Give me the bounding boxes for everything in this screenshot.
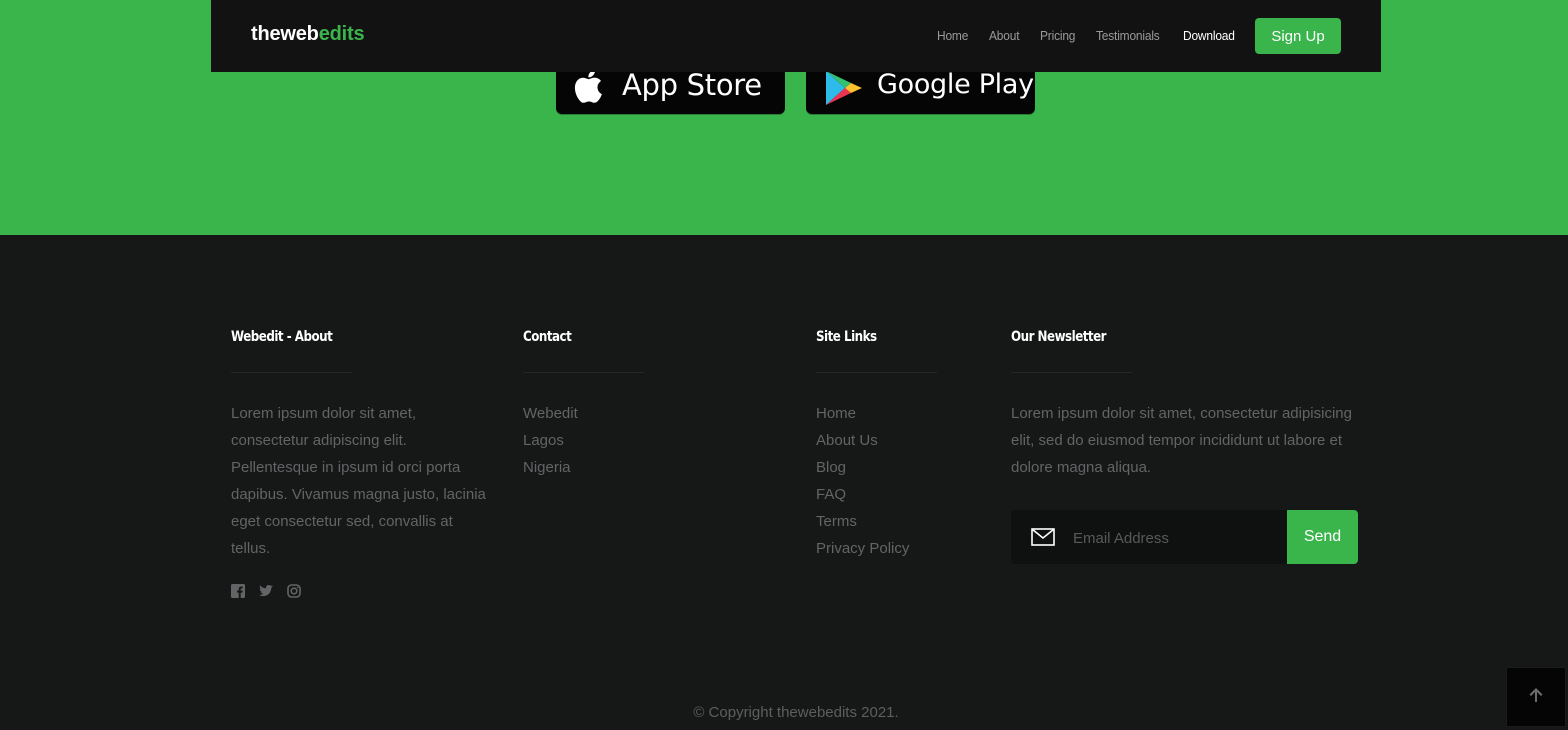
facebook-icon[interactable] <box>231 584 245 598</box>
nav-link-testimonials[interactable]: Testimonials <box>1096 28 1160 43</box>
nav-link-home[interactable]: Home <box>937 28 968 43</box>
footer-site-links-column: Site Links Home About Us Blog FAQ Terms … <box>816 329 996 562</box>
apple-icon <box>570 66 610 110</box>
brand-prefix: theweb <box>251 23 319 45</box>
back-to-top-button[interactable] <box>1506 667 1566 727</box>
nav-link-pricing[interactable]: Pricing <box>1040 28 1075 43</box>
footer-contact-heading: Contact <box>523 329 572 345</box>
top-navbar: thewebedits Home About Pricing Testimoni… <box>211 0 1381 72</box>
footer-about-column: Webedit - About Lorem ipsum dolor sit am… <box>231 329 491 598</box>
brand-accent: edits <box>318 23 365 45</box>
mail-icon <box>1031 528 1055 551</box>
footer-newsletter-column: Our Newsletter Lorem ipsum dolor sit ame… <box>1011 329 1361 481</box>
footer-link-about-us[interactable]: About Us <box>816 432 878 449</box>
divider <box>1011 372 1132 373</box>
divider <box>816 372 937 373</box>
footer-link-faq[interactable]: FAQ <box>816 486 846 503</box>
app-store-label: App Store <box>622 68 762 102</box>
twitter-icon[interactable] <box>259 584 273 598</box>
footer-link-home[interactable]: Home <box>816 405 856 422</box>
nav-links: Home About Pricing Testimonials Download <box>937 28 1258 43</box>
brand-logo[interactable]: thewebedits <box>251 23 365 46</box>
footer-link-blog[interactable]: Blog <box>816 459 846 476</box>
site-links-list: Home About Us Blog FAQ Terms Privacy Pol… <box>816 400 996 562</box>
nav-link-about[interactable]: About <box>989 28 1020 43</box>
footer-site-links-heading: Site Links <box>816 329 877 345</box>
send-button[interactable]: Send <box>1287 510 1358 564</box>
copyright-text: © Copyright thewebedits 2021. <box>693 704 899 721</box>
signup-button[interactable]: Sign Up <box>1255 18 1341 54</box>
google-play-icon <box>824 70 864 110</box>
divider <box>231 372 352 373</box>
social-links <box>231 584 491 598</box>
divider <box>523 372 644 373</box>
instagram-icon[interactable] <box>287 584 301 598</box>
footer-about-heading: Webedit - About <box>231 329 333 345</box>
newsletter-form: Send <box>1011 510 1358 566</box>
footer-newsletter-heading: Our Newsletter <box>1011 329 1107 345</box>
arrow-up-icon <box>1527 686 1545 709</box>
footer-contact-column: Contact Webedit Lagos Nigeria <box>523 329 763 481</box>
footer-link-privacy-policy[interactable]: Privacy Policy <box>816 540 909 557</box>
footer-about-text: Lorem ipsum dolor sit amet, consectetur … <box>231 405 486 557</box>
newsletter-text: Lorem ipsum dolor sit amet, consectetur … <box>1011 405 1352 476</box>
nav-link-download[interactable]: Download <box>1183 28 1235 43</box>
contact-list: Webedit Lagos Nigeria <box>523 400 763 481</box>
contact-item: Webedit <box>523 405 578 422</box>
email-field[interactable] <box>1071 510 1289 566</box>
contact-item: Nigeria <box>523 459 571 476</box>
footer-link-terms[interactable]: Terms <box>816 513 857 530</box>
google-play-label: Google Play <box>877 69 1034 100</box>
contact-item: Lagos <box>523 432 564 449</box>
